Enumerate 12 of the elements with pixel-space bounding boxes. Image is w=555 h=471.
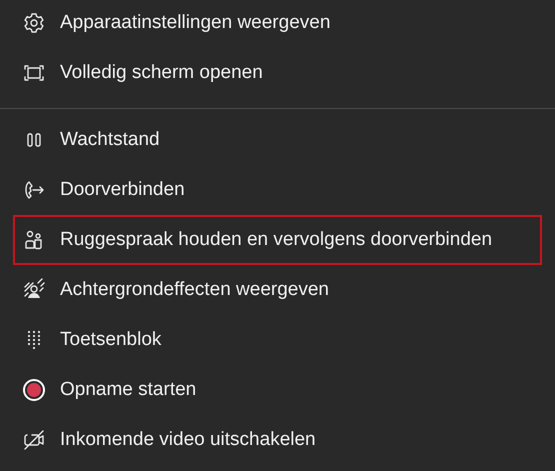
- settings-icon: [22, 11, 46, 35]
- menu-item[interactable]: Doorverbinden: [13, 165, 542, 215]
- menu-item[interactable]: Achtergrondeffecten weergeven: [13, 265, 542, 315]
- video-off-icon: [22, 428, 46, 452]
- menu-item[interactable]: Wachtstand: [13, 115, 542, 165]
- menu-item[interactable]: Opname starten: [13, 365, 542, 415]
- menu-item[interactable]: Apparaatinstellingen weergeven: [13, 0, 542, 48]
- menu-item[interactable]: Toetsenblok: [13, 315, 542, 365]
- menu-item[interactable]: Ruggespraak houden en vervolgens doorverbinden: [13, 215, 542, 265]
- menu-item[interactable]: Volledig scherm openen: [13, 48, 542, 98]
- menu-item[interactable]: Inkomende video uitschakelen: [13, 415, 542, 465]
- record-icon: [22, 378, 46, 402]
